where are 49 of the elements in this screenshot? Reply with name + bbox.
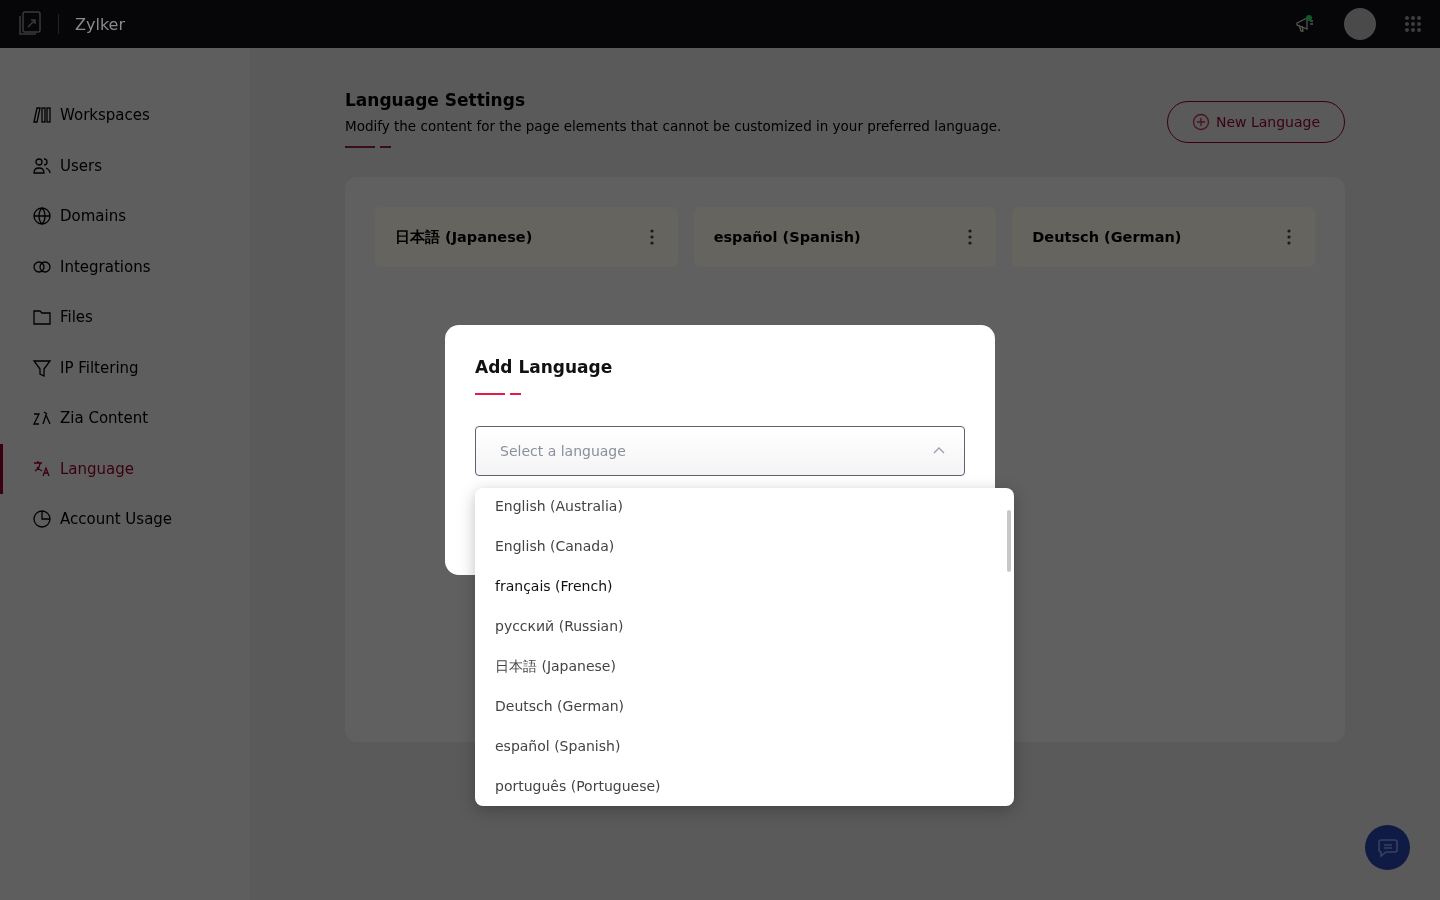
sidebar-item[interactable]: IP Filtering: [0, 342, 250, 393]
language-card[interactable]: 日本語 (Japanese): [375, 207, 678, 267]
language-option[interactable]: français (French): [475, 568, 1014, 608]
more-options-icon[interactable]: [649, 229, 654, 245]
language-name: 日本語 (Japanese): [395, 227, 533, 247]
language-select[interactable]: Select a language: [475, 426, 965, 476]
more-options-icon[interactable]: [968, 229, 973, 245]
sidebar-item[interactable]: Users: [0, 140, 250, 191]
language-option[interactable]: English (Australia): [475, 488, 1014, 528]
language-card[interactable]: Deutsch (German): [1012, 207, 1315, 267]
accent-underline: [475, 393, 521, 396]
sidebar-item[interactable]: Integrations: [0, 241, 250, 292]
language-option[interactable]: español (Spanish): [475, 728, 1014, 768]
scrollbar[interactable]: [1007, 510, 1011, 572]
language-option[interactable]: 日本語 (Japanese): [475, 648, 1014, 688]
pie-chart-icon: [32, 509, 52, 530]
sidebar-item[interactable]: Account Usage: [0, 494, 250, 545]
brand-name: Zylker: [75, 14, 125, 34]
megaphone-icon[interactable]: [1294, 13, 1316, 35]
chat-bubble-icon: [1376, 837, 1399, 858]
users-icon: [32, 155, 52, 176]
caret-icon: [933, 447, 945, 454]
funnel-icon: [32, 357, 52, 378]
accent-underline: [345, 146, 391, 149]
app-grid-icon[interactable]: [1404, 15, 1422, 33]
globe-icon: [32, 206, 52, 227]
document-logo-icon: [18, 11, 42, 37]
page-description: Modify the content for the page elements that cannot be customized in your preferred language.: [345, 118, 1002, 134]
sidebar-item[interactable]: Workspaces: [0, 90, 250, 141]
language-name: Deutsch (German): [1032, 229, 1182, 245]
dialog-title: Add Language: [475, 357, 614, 377]
page-title: Language Settings: [345, 90, 526, 110]
translate-icon: [32, 458, 52, 479]
language-option[interactable]: русский (Russian): [475, 608, 1014, 648]
avatar-circle[interactable]: [1344, 8, 1376, 40]
more-options-icon[interactable]: [1287, 229, 1291, 245]
plus-circle-icon: [1191, 113, 1210, 131]
sidebar-item[interactable]: Zia Content: [0, 393, 250, 444]
folder-icon: [32, 307, 52, 328]
chat-button[interactable]: [1365, 825, 1410, 870]
language-name: español (Spanish): [713, 229, 861, 245]
language-option[interactable]: English (Canada): [475, 528, 1014, 568]
language-option[interactable]: Deutsch (German): [475, 688, 1014, 728]
books-icon: [32, 105, 52, 126]
sidebar-item[interactable]: Files: [0, 292, 250, 343]
language-card[interactable]: español (Spanish): [693, 207, 997, 267]
sidebar-item[interactable]: Language: [0, 443, 250, 494]
language-option[interactable]: português (Portuguese): [475, 768, 1014, 808]
sidebar-item[interactable]: Domains: [0, 191, 250, 242]
